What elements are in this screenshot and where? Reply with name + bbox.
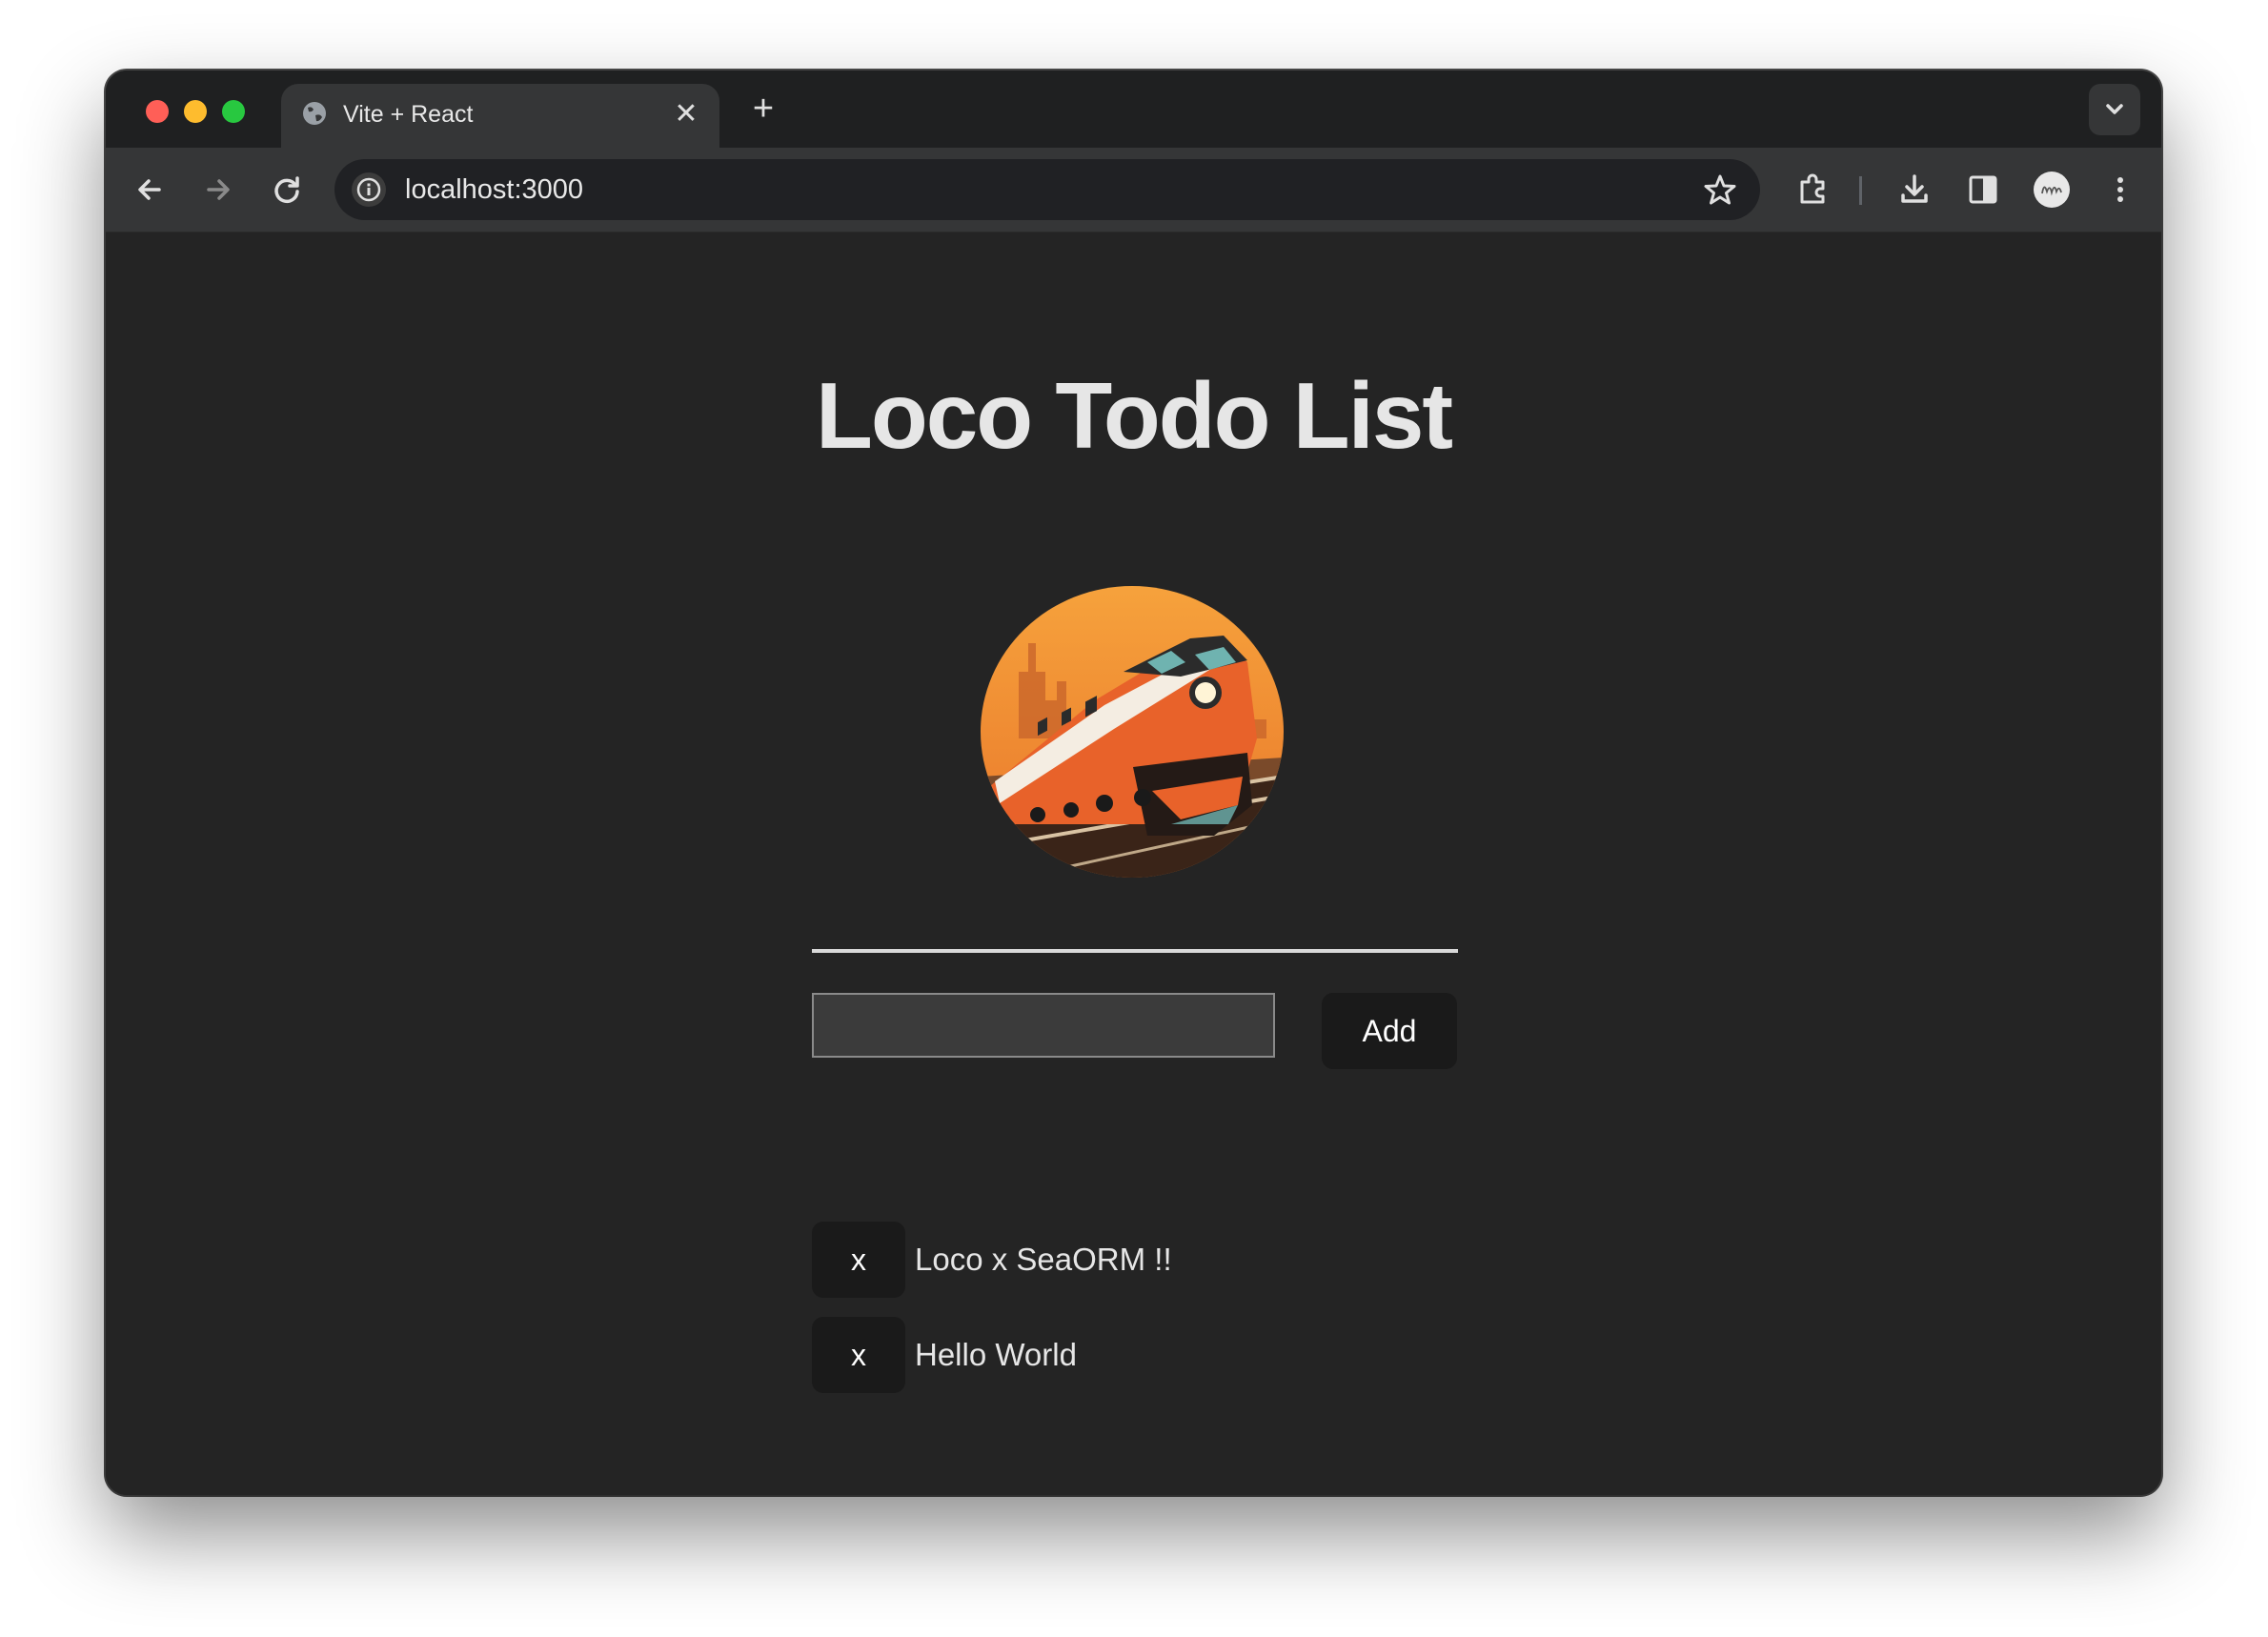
- minimize-window-button[interactable]: [184, 100, 207, 123]
- arrow-right-icon[interactable]: [197, 169, 239, 211]
- address-bar[interactable]: localhost:3000: [334, 159, 1760, 220]
- close-window-button[interactable]: [146, 100, 169, 123]
- title-bar: Vite + React ✕ +: [106, 71, 2161, 148]
- todo-input[interactable]: [812, 993, 1275, 1058]
- loco-train-logo: [981, 586, 1284, 878]
- tab-vite-react[interactable]: Vite + React ✕: [281, 84, 719, 148]
- tab-search-button[interactable]: [2089, 84, 2140, 135]
- url-text[interactable]: localhost:3000: [405, 172, 583, 207]
- new-tab-button[interactable]: +: [744, 90, 782, 128]
- divider: [812, 949, 1458, 953]
- maximize-window-button[interactable]: [222, 100, 245, 123]
- puzzle-icon[interactable]: [1792, 169, 1834, 211]
- browser-window: Vite + React ✕ + localhost:3000 Loco Tod…: [106, 71, 2161, 1495]
- star-icon[interactable]: [1701, 171, 1739, 209]
- chevron-down-icon: [2106, 104, 2123, 114]
- reload-icon[interactable]: [266, 169, 308, 211]
- kebab-menu-icon[interactable]: [2099, 169, 2141, 211]
- close-tab-icon[interactable]: ✕: [672, 100, 700, 129]
- side-panel-icon[interactable]: [1962, 169, 2004, 211]
- site-info-button[interactable]: [352, 172, 386, 207]
- globe-icon: [303, 102, 326, 125]
- page-title: Loco Todo List: [816, 363, 1453, 468]
- download-icon[interactable]: [1893, 169, 1935, 211]
- arrow-left-icon[interactable]: [129, 169, 171, 211]
- browser-toolbar: localhost:3000: [106, 148, 2161, 232]
- tab-title: Vite + React: [343, 101, 474, 128]
- todo-text: Hello World: [915, 1337, 1077, 1372]
- info-icon: [356, 177, 381, 202]
- page-viewport: Loco Todo List Add x Loco x SeaORM !! x …: [106, 232, 2161, 1495]
- delete-todo-button[interactable]: x: [812, 1317, 905, 1393]
- avatar[interactable]: [2031, 169, 2073, 211]
- delete-todo-button[interactable]: x: [812, 1222, 905, 1298]
- todo-text: Loco x SeaORM !!: [915, 1242, 1172, 1277]
- add-button[interactable]: Add: [1322, 993, 1457, 1069]
- toolbar-separator: [1859, 176, 1862, 205]
